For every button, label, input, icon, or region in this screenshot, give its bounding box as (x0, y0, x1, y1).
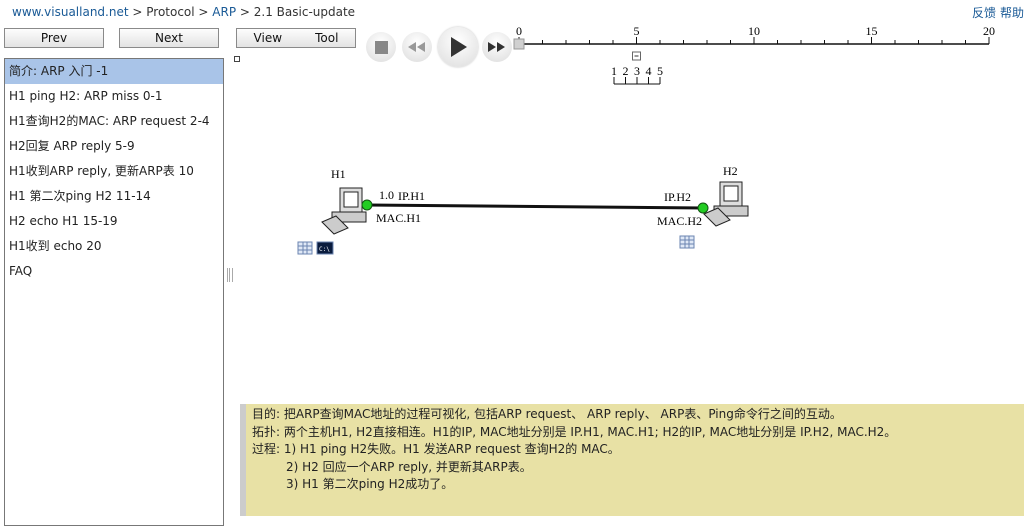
timeline-tick-label: 15 (866, 24, 878, 38)
sidebar-item-arp-miss[interactable]: H1 ping H2: ARP miss 0-1 (5, 84, 223, 109)
description-process-3: 3) H1 第二次ping H2成功了。 (286, 477, 454, 491)
svg-text:C:\: C:\ (319, 246, 330, 253)
link-cable (366, 203, 704, 210)
substep-label[interactable]: 1 (611, 64, 617, 78)
sidebar-item-intro[interactable]: 简介: ARP 入门 -1 (5, 59, 223, 84)
fast-forward-button[interactable] (482, 32, 512, 62)
breadcrumb-arp-link[interactable]: ARP (212, 5, 236, 19)
next-button[interactable]: Next (119, 28, 219, 48)
rewind-button[interactable] (402, 32, 432, 62)
sidebar-item-arp-request[interactable]: H1查询H2的MAC: ARP request 2-4 (5, 109, 223, 134)
h1-port[interactable] (361, 199, 373, 211)
help-link[interactable]: 帮助 (1000, 6, 1024, 20)
h2-arp-table-icon[interactable] (679, 235, 695, 249)
h1-arp-table-icon[interactable] (297, 241, 313, 255)
substep-label[interactable]: 4 (646, 64, 652, 78)
h1-mac-label: MAC.H1 (376, 211, 421, 225)
substep-label[interactable]: 3 (634, 64, 640, 78)
timeline-thumb[interactable] (513, 38, 525, 50)
breadcrumb-site-link[interactable]: www.visualland.net (12, 5, 129, 19)
breadcrumb-sep: > (194, 5, 213, 19)
timeline-tick-label: 5 (634, 24, 640, 38)
sidebar-item-echo-received[interactable]: H1收到 echo 20 (5, 234, 223, 259)
h1-label: H1 (331, 167, 346, 181)
breadcrumb: www.visualland.net > Protocol > ARP > 2.… (12, 5, 355, 19)
stop-button[interactable] (366, 32, 396, 62)
play-button[interactable] (438, 27, 478, 67)
h1-cmd-icon[interactable]: C:\ (316, 241, 334, 255)
h2-ip-label: IP.H2 (664, 190, 691, 204)
timeline-tick-label: 20 (983, 24, 995, 38)
timeline-tick-label: 0 (516, 24, 522, 38)
h1-time-label: 1.0 (379, 188, 394, 202)
substep-label[interactable]: 5 (657, 64, 663, 78)
prev-button[interactable]: Prev (4, 28, 104, 48)
h2-port[interactable] (697, 202, 709, 214)
sidebar-item-faq[interactable]: FAQ (5, 259, 223, 284)
description-process-1: 过程: 1) H1 ping H2失败。H1 发送ARP request 查询H… (252, 442, 620, 456)
sidebar-item-update-arp-table[interactable]: H1收到ARP reply, 更新ARP表 10 (5, 159, 223, 184)
description-process-2: 2) H2 回应一个ARP reply, 并更新其ARP表。 (286, 459, 532, 474)
substep-label[interactable]: 2 (623, 64, 629, 78)
sidebar-item-arp-reply[interactable]: H2回复 ARP reply 5-9 (5, 134, 223, 159)
h1-computer-icon[interactable] (321, 187, 367, 235)
description-purpose: 目的: 把ARP查询MAC地址的过程可视化, 包括ARP request、 AR… (252, 407, 842, 421)
breadcrumb-protocol[interactable]: Protocol (146, 5, 194, 19)
view-menu[interactable]: View (254, 29, 282, 47)
view-tool-bar: View Tool (236, 28, 356, 48)
description-panel: 目的: 把ARP查询MAC地址的过程可视化, 包括ARP request、 AR… (240, 404, 1024, 516)
tool-menu[interactable]: Tool (315, 29, 338, 47)
splitter-handle[interactable] (227, 268, 233, 282)
h2-mac-label: MAC.H2 (657, 214, 702, 228)
feedback-link[interactable]: 反馈 (972, 6, 996, 20)
panel-handle[interactable] (234, 56, 240, 62)
timeline-slider[interactable]: 0 5 10 15 201 2 3 4 5 (510, 20, 1010, 90)
network-diagram: H1 1.0 IP.H1 MAC.H1 C:\ H2 IP.H2 MAC.H2 (297, 164, 749, 255)
breadcrumb-sep: > (236, 5, 254, 19)
timeline-tick-label: 10 (748, 24, 760, 38)
sidebar-chapter-list: 简介: ARP 入门 -1 H1 ping H2: ARP miss 0-1 H… (4, 58, 224, 526)
rewind-icon (408, 42, 425, 52)
h2-label: H2 (723, 164, 738, 178)
fast-forward-icon (488, 42, 505, 52)
sidebar-item-second-ping[interactable]: H1 第二次ping H2 11-14 (5, 184, 223, 209)
sidebar-item-echo[interactable]: H2 echo H1 15-19 (5, 209, 223, 234)
top-links: 反馈 帮助 (968, 4, 1024, 21)
description-topology: 拓扑: 两个主机H1, H2直接相连。H1的IP, MAC地址分别是 IP.H1… (252, 424, 897, 439)
h2-computer-icon[interactable] (703, 181, 749, 227)
stop-icon (374, 40, 388, 54)
breadcrumb-page: 2.1 Basic-update (253, 5, 356, 19)
h1-ip-label: IP.H1 (398, 189, 425, 203)
play-icon (451, 37, 467, 57)
breadcrumb-sep: > (128, 5, 147, 19)
